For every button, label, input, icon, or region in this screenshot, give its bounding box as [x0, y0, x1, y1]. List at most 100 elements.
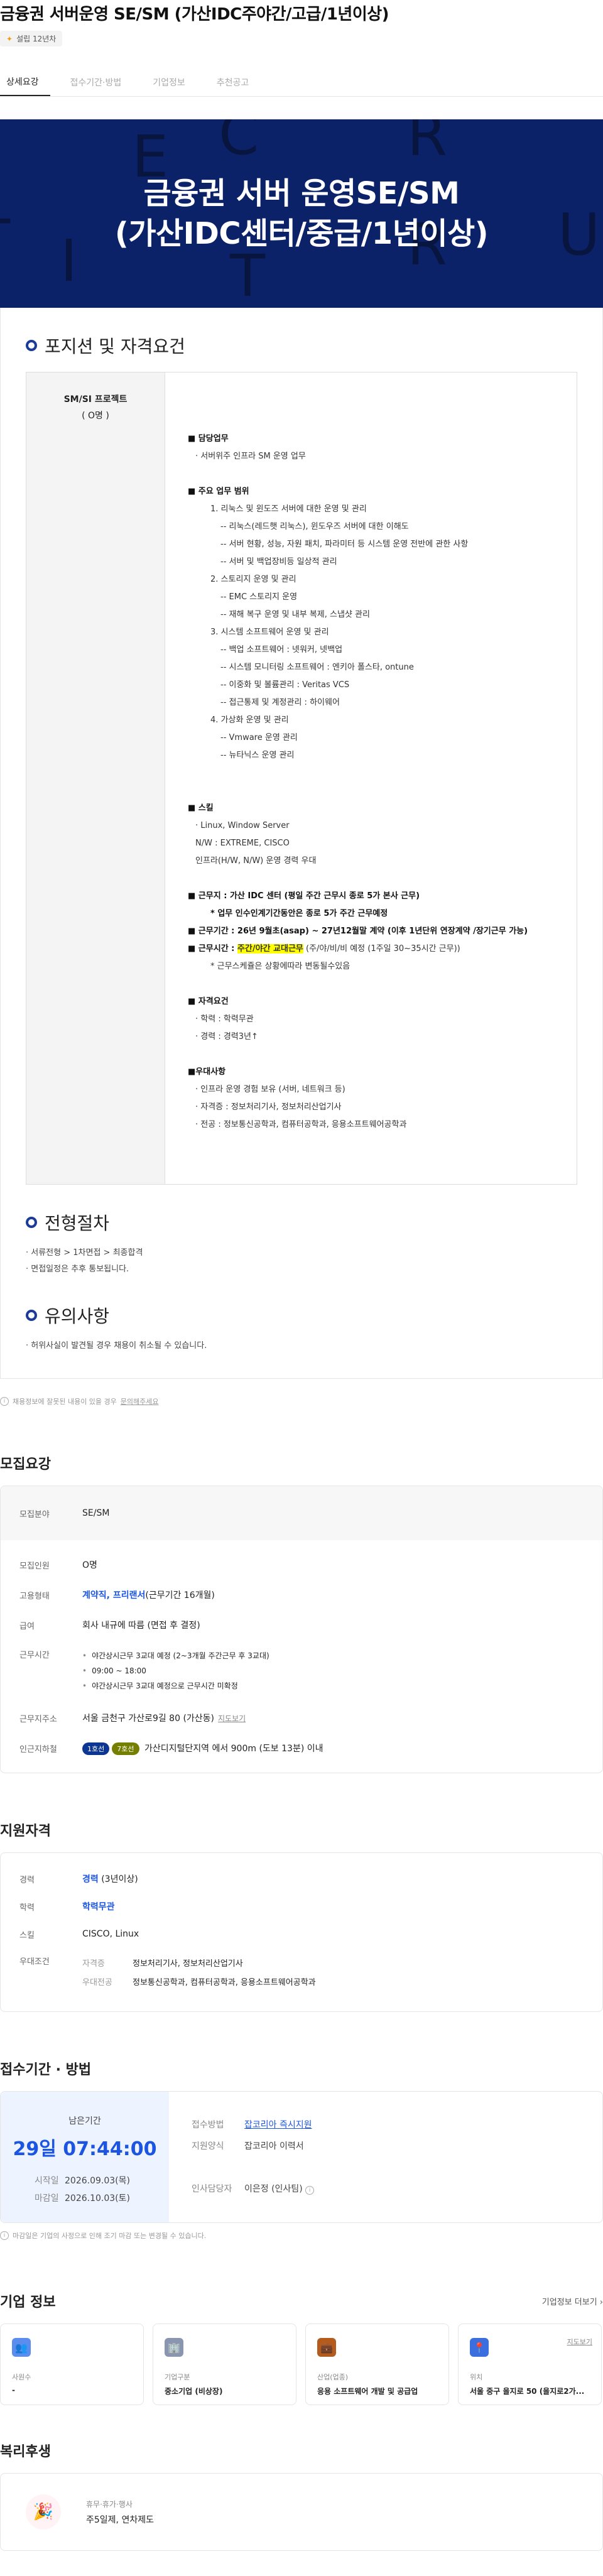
company-card: 🏢 기업구분 중소기업 (비상장) — [153, 2323, 296, 2405]
card-value: 중소기업 (비상장) — [165, 2387, 223, 2396]
start-date: 2026.09.03(목) — [65, 2176, 130, 2186]
report-link[interactable]: 문의해주세요 — [121, 1396, 159, 1406]
spec-line: ■ 근무기간 : 26년 9월초(asap) ~ 27년12월말 계약 (이후 … — [188, 927, 528, 936]
spec-spacer — [188, 1046, 577, 1063]
position-spec-label: SM/SI 프로젝트 ( O명 ) — [26, 372, 165, 1184]
sparkle-icon: ✦ — [6, 34, 13, 43]
work-time-item: 야간상시근무 3교대 예정 (2~3개월 주간근무 후 3교대) — [82, 1648, 584, 1663]
form-value: 잡코리아 이력서 — [244, 2141, 304, 2151]
skill-row: 스킬 CISCO, Linux — [1, 1927, 602, 1941]
apply-box: 남은기간 29일 07:44:00 시작일 2026.09.03(목) 마감일 20… — [0, 2091, 603, 2223]
salary-value: 회사 내규에 따름 (면접 후 결정) — [82, 1621, 200, 1631]
card-label: 기업구분 — [165, 2373, 190, 2381]
spec-line: · 학력 : 학력무관 — [195, 1014, 254, 1024]
spec-line: -- EMC 스토리지 운영 — [220, 592, 298, 602]
info-icon: i — [0, 1397, 9, 1406]
highlight-text: 주간/야간 교대근무 — [237, 944, 303, 954]
preference-row: 우대조건 자격증 정보처리기사, 정보처리산업기사 우대전공 정보통신공학과, 컴퓨… — [1, 1955, 602, 1992]
welfare-category: 휴무·휴가·행사 — [86, 2499, 133, 2509]
welfare-box: 🎉 휴무·휴가·행사 주5일제, 연차제도 — [0, 2473, 603, 2551]
work-time-label: 근무시간 — [19, 1651, 50, 1660]
poster-bg-letter: U — [558, 201, 600, 268]
cert-value: 정보처리기사, 정보처리산업기사 — [133, 1959, 243, 1969]
remain-countdown: 29일 07:44:00 — [13, 2138, 157, 2160]
education-value: 학력무관 — [82, 1902, 115, 1912]
tab-company-info[interactable]: 기업정보 — [146, 68, 197, 96]
caution-item: · 허위사실이 발견될 경우 채용이 취소될 수 있습니다. — [26, 1341, 207, 1350]
skill-value: CISCO, Linux — [82, 1929, 139, 1939]
apply-footnote-text: 마감일은 기업의 사정으로 인해 조기 마감 또는 변경될 수 있습니다. — [13, 2232, 207, 2240]
company-heading: 기업 정보 — [0, 2295, 56, 2310]
location-icon: 📍 — [470, 2338, 489, 2357]
spec-line: ■ 주요 업무 범위 — [188, 487, 249, 496]
qualification-heading: 지원자격 — [0, 1823, 51, 1839]
process-item: · 서류전형 > 1차면접 > 최종합격 — [26, 1248, 143, 1258]
poster-bg-letter: C — [219, 119, 259, 168]
spec-line: 인프라(H/W, N/W) 운영 경력 우대 — [195, 856, 317, 866]
poster-bg-letter: I — [60, 227, 78, 295]
recruit-heading: 모집요강 — [0, 1457, 51, 1472]
tab-detail[interactable]: 상세요강 — [0, 68, 50, 96]
job-poster-banner: E C R U I T R T 금융권 서버 운영SE/SM (가산IDC센터/… — [0, 119, 603, 308]
badge-label: 설립 12년차 — [16, 35, 57, 43]
spec-line: -- 재해 복구 운영 및 내부 복제, 스냅샷 관리 — [220, 610, 370, 619]
welfare-value: 주5일제, 연차제도 — [86, 2514, 154, 2525]
skill-label: 스킬 — [19, 1930, 35, 1940]
section-bullet-icon — [26, 340, 37, 351]
process-item: · 면접일정은 추후 통보됩니다. — [26, 1264, 129, 1274]
project-headcount: ( O명 ) — [82, 411, 109, 421]
page-title: 금융권 서버운영 SE/SM (가산IDC주야간/고급/1년이상) — [0, 5, 389, 24]
company-more-link[interactable]: 기업정보 더보기 › — [542, 2295, 603, 2307]
map-link[interactable]: 지도보기 — [567, 2337, 592, 2347]
spec-spacer — [188, 764, 577, 782]
education-label: 학력 — [19, 1903, 35, 1913]
spec-line: -- 백업 소프트웨어 : 넷워커, 넷백업 — [220, 645, 343, 655]
spec-line: -- 이중화 및 볼륨관리 : Veritas VCS — [220, 680, 350, 690]
tab-apply-period[interactable]: 접수기간·방법 — [64, 68, 133, 96]
tab-recommended[interactable]: 추천공고 — [210, 68, 261, 96]
major-value: 정보통신공학과, 컴퓨터공학과, 응용소프트웨어공학과 — [133, 1978, 316, 1987]
career-value: 경력 — [82, 1874, 99, 1884]
spec-line: · 서버위주 인프라 SM 운영 업무 — [195, 452, 306, 461]
spec-line: -- 서버 및 백업장비등 일상적 관리 — [220, 557, 337, 567]
spec-line: * 근무스케쥴은 상황에따라 변동될수있음 — [210, 962, 350, 971]
company-card: 👥 사원수 - — [0, 2323, 144, 2405]
address-label: 근무지주소 — [19, 1714, 57, 1724]
position-spec-table: SM/SI 프로젝트 ( O명 ) ■ 담당업무 · 서버위주 인프라 SM 운영… — [26, 372, 577, 1185]
company-card: 💼 산업(업종) 응용 소프트웨어 개발 및 공급업 — [305, 2323, 449, 2405]
end-date: 2026.10.03(토) — [65, 2193, 130, 2204]
process-list: · 서류전형 > 1차면접 > 최종합격 · 면접일정은 추후 통보됩니다. — [26, 1245, 577, 1278]
briefcase-icon: 💼 — [317, 2338, 336, 2357]
apply-method-panel: 접수방법 잡코리아 즉시지원 지원양식 잡코리아 이력서 인사담당자 이은정 (인사팀… — [169, 2092, 602, 2222]
section-bullet-icon — [26, 1217, 37, 1228]
map-link[interactable]: 지도보기 — [218, 1714, 246, 1723]
company-card: 📍 지도보기 위치 서울 중구 을지로 50 (을지로2가... — [458, 2323, 602, 2405]
cert-label: 자격증 — [82, 1959, 105, 1969]
poster-bg-letter: T — [0, 207, 10, 274]
work-time-row: 근무시간 야간상시근무 3교대 예정 (2~3개월 주간근무 후 3교대) 09… — [1, 1648, 602, 1693]
caution-list: · 허위사실이 발견될 경우 채용이 취소될 수 있습니다. — [26, 1338, 577, 1354]
spec-line: · 경력 : 경력3년↑ — [195, 1032, 258, 1041]
spec-line: -- 시스템 모니터링 소프트웨어 : 엔키아 폴스타, ontune — [220, 663, 414, 672]
badge-row: ✦ 설립 12년차 — [0, 31, 603, 46]
subway-line1-badge: 1호선 — [82, 1742, 110, 1755]
apply-period-panel: 남은기간 29일 07:44:00 시작일 2026.09.03(목) 마감일 20… — [1, 2092, 169, 2222]
info-icon[interactable]: i — [305, 2186, 315, 2195]
qualification-box: 경력 경력 (3년이상) 학력 학력무관 스킬 CISCO, Linux 우대조… — [0, 1852, 603, 2012]
poster-title-line2: (가산IDC센터/중급/1년이상) — [114, 216, 489, 251]
education-row: 학력 학력무관 — [1, 1899, 602, 1913]
spec-line: -- 리눅스(레드햇 리눅스), 윈도우즈 서버에 대한 이해도 — [220, 522, 409, 531]
spec-line: ■ 스킬 — [188, 803, 214, 813]
company-header: 기업 정보 기업정보 더보기 › — [0, 2291, 603, 2311]
card-label: 위치 — [470, 2373, 483, 2381]
spec-line: 1. 리눅스 및 윈도즈 서버에 대한 운영 및 관리 — [210, 504, 367, 514]
company-age-badge: ✦ 설립 12년차 — [0, 31, 63, 46]
employment-label: 고용형태 — [19, 1591, 50, 1601]
hr-value: 이은정 (인사팀) — [244, 2184, 303, 2194]
preference-label: 우대조건 — [19, 1957, 50, 1967]
recruit-field-row: 모집분야 SE/SM — [1, 1486, 602, 1540]
poster-bg-letter: R — [407, 119, 447, 169]
spec-line: ■우대사항 — [188, 1067, 226, 1077]
apply-heading: 접수기간 · 방법 — [0, 2062, 92, 2078]
quick-apply-link[interactable]: 잡코리아 즉시지원 — [244, 2120, 312, 2130]
